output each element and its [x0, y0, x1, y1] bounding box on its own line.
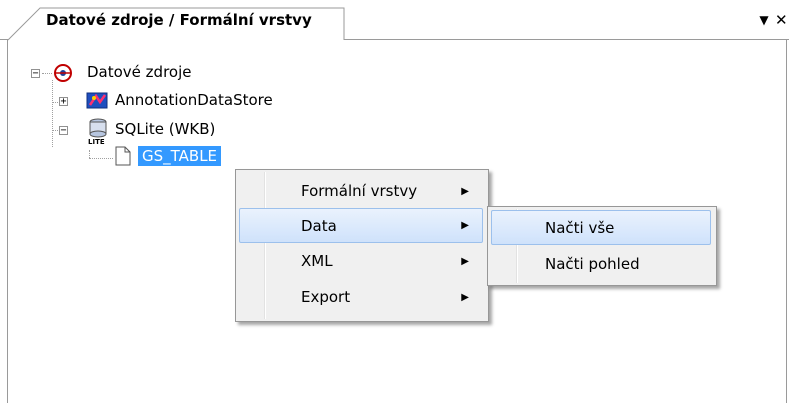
menu-item-export[interactable]: Export ▶: [239, 279, 483, 315]
sqlite-database-icon: LITE: [88, 118, 107, 145]
expand-toggle-annotation[interactable]: +: [59, 97, 68, 107]
tree-connector: [89, 150, 90, 158]
svg-text:LITE: LITE: [88, 138, 105, 145]
tab-datasources[interactable]: Datové zdroje / Formální vrstvy: [46, 11, 312, 29]
tree-node-root[interactable]: Datové zdroje: [87, 63, 191, 81]
menu-item-data[interactable]: Data ▶: [239, 208, 483, 243]
tab-baseline: [344, 39, 789, 40]
submenu-arrow-icon: ▶: [461, 255, 469, 267]
annotation-store-icon: [86, 92, 108, 109]
collapse-toggle-sqlite[interactable]: −: [59, 126, 68, 136]
menu-item-label: Formální vrstvy: [301, 182, 418, 200]
menu-item-formal-layers[interactable]: Formální vrstvy ▶: [239, 173, 483, 209]
submenu-arrow-icon: ▶: [461, 220, 469, 231]
panel-tab-strip: Datové zdroje / Formální vrstvy ▼ ✕: [0, 0, 789, 41]
tree-node-sqlite[interactable]: SQLite (WKB): [115, 120, 215, 138]
close-icon[interactable]: ✕: [775, 8, 789, 32]
tree-node-gs-table[interactable]: GS_TABLE: [138, 146, 222, 166]
panel-actions: ▼ ✕: [753, 8, 789, 32]
submenu-arrow-icon: ▶: [461, 291, 469, 303]
data-submenu: Načti vše Načti pohled: [487, 206, 717, 286]
submenu-arrow-icon: ▶: [461, 185, 469, 197]
context-menu: Formální vrstvy ▶ Data ▶ XML ▶ Export ▶: [235, 169, 489, 322]
menu-item-label: Načti pohled: [545, 255, 640, 273]
menu-item-label: Načti vše: [545, 218, 615, 237]
menu-item-xml[interactable]: XML ▶: [239, 243, 483, 279]
tree-connector: [89, 158, 113, 159]
menu-item-load-view[interactable]: Načti pohled: [491, 246, 711, 282]
panel-right-border: [786, 40, 787, 403]
menu-item-load-all[interactable]: Načti vše: [491, 210, 711, 245]
tree-node-annotation[interactable]: AnnotationDataStore: [115, 91, 273, 109]
menu-item-label: XML: [301, 252, 333, 270]
datasource-root-icon: [54, 64, 72, 82]
menu-item-label: Data: [301, 216, 337, 235]
tree-connector: [52, 80, 53, 147]
chevron-down-icon[interactable]: ▼: [753, 8, 775, 32]
tree-connector: [42, 73, 52, 74]
collapse-toggle-root[interactable]: −: [31, 69, 40, 79]
document-icon: [115, 146, 131, 166]
panel-left-border: [7, 40, 8, 403]
menu-item-label: Export: [301, 288, 351, 306]
